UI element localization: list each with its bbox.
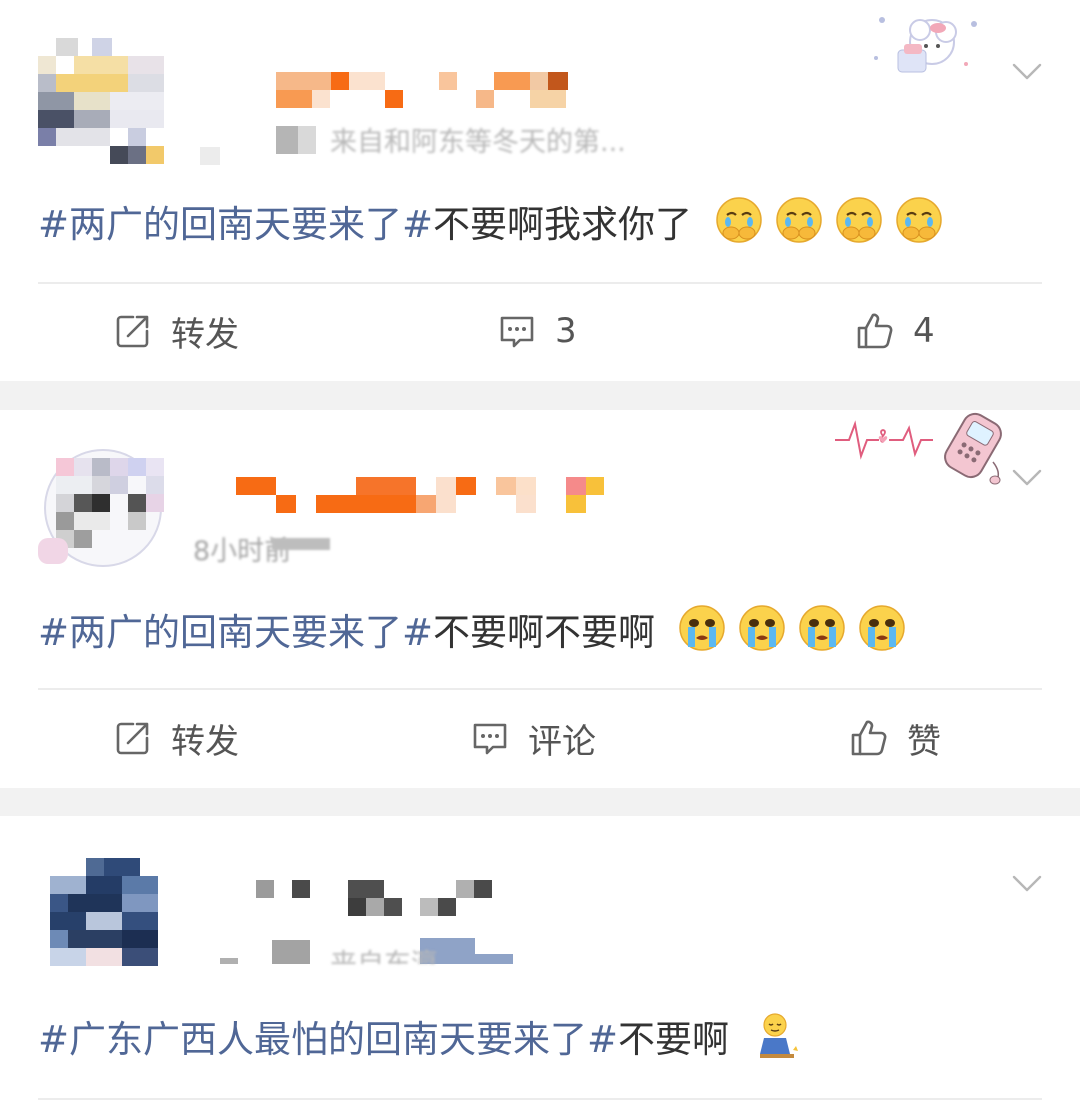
repost-icon [113,311,153,351]
post-card: 来自和阿东等冬天的第... #两广的回南天要来了#不要啊我求你了 转发 3 4 [0,0,1080,381]
avatar[interactable] [38,438,168,568]
repost-icon [113,718,153,758]
repost-label: 转发 [171,314,239,355]
topic-link[interactable]: #两广的回南天要来了# [38,611,433,654]
comment-label: 评论 [528,721,596,762]
post-card: 8小时前 #两广的回南天要来了#不要啊不要啊 转发 评论 赞 [0,410,1080,788]
action-bar: 转发 评论 赞 [0,703,1080,773]
thumbs-up-icon [849,718,889,758]
crying-face-emoji [677,603,727,653]
comment-button[interactable]: 评论 [470,703,596,773]
subline-mask [272,538,330,550]
comment-icon [470,718,510,758]
comment-count: 3 [555,311,577,351]
thumbs-up-icon [855,311,895,351]
like-count: 4 [913,311,935,351]
chevron-down-icon[interactable] [1012,462,1042,492]
repost-label: 转发 [171,721,239,762]
repost-button[interactable]: 转发 [113,296,239,366]
repost-button[interactable]: 转发 [113,703,239,773]
topic-link[interactable]: #广东广西人最怕的回南天要来了# [38,1018,618,1061]
avatar-badge [200,147,220,165]
crying-face-emoji [797,603,847,653]
like-button[interactable]: 赞 [849,703,941,773]
chevron-down-icon[interactable] [1012,868,1042,898]
crying-cover-face-emoji [834,195,884,245]
crying-cover-face-emoji [774,195,824,245]
post-source: 来自东瀛 [330,942,438,964]
kneeling-figure-emoji [751,1010,801,1060]
crying-cover-face-emoji [894,195,944,245]
topic-link[interactable]: #两广的回南天要来了# [38,203,433,246]
divider [38,1098,1042,1100]
crying-cover-face-emoji [714,195,764,245]
crying-face-emoji [737,603,787,653]
post-body: 不要啊不要啊 [433,611,656,654]
post-body: 不要啊 [618,1018,730,1061]
avatar[interactable] [38,38,168,168]
post-body: 不要啊我求你了 [433,203,693,246]
decoration-sticker [862,6,992,82]
divider [38,282,1042,284]
subline-mask [220,958,238,964]
chevron-down-icon[interactable] [1012,56,1042,86]
avatar[interactable] [50,858,166,974]
post-text: #两广的回南天要来了#不要啊我求你了 [38,195,944,248]
subline-mask [475,954,513,964]
username[interactable] [276,72,576,112]
subline-mask [298,126,316,154]
subline-mask [272,940,310,964]
crying-face-emoji [857,603,907,653]
post-source: 来自和阿东等冬天的第... [330,127,626,158]
post-card: 来自东瀛 #广东广西人最怕的回南天要来了#不要啊 [0,816,1080,1113]
username[interactable] [256,880,506,920]
subline-mask [276,126,298,154]
divider [38,688,1042,690]
action-bar: 转发 3 4 [0,296,1080,366]
like-button[interactable]: 4 [855,296,935,366]
comment-button[interactable]: 3 [497,296,577,366]
username[interactable] [236,477,616,517]
post-text: #两广的回南天要来了#不要啊不要啊 [38,603,907,656]
post-text: #广东广西人最怕的回南天要来了#不要啊 [38,1010,801,1063]
like-label: 赞 [907,721,941,762]
decoration-sticker [833,410,1033,486]
comment-icon [497,311,537,351]
